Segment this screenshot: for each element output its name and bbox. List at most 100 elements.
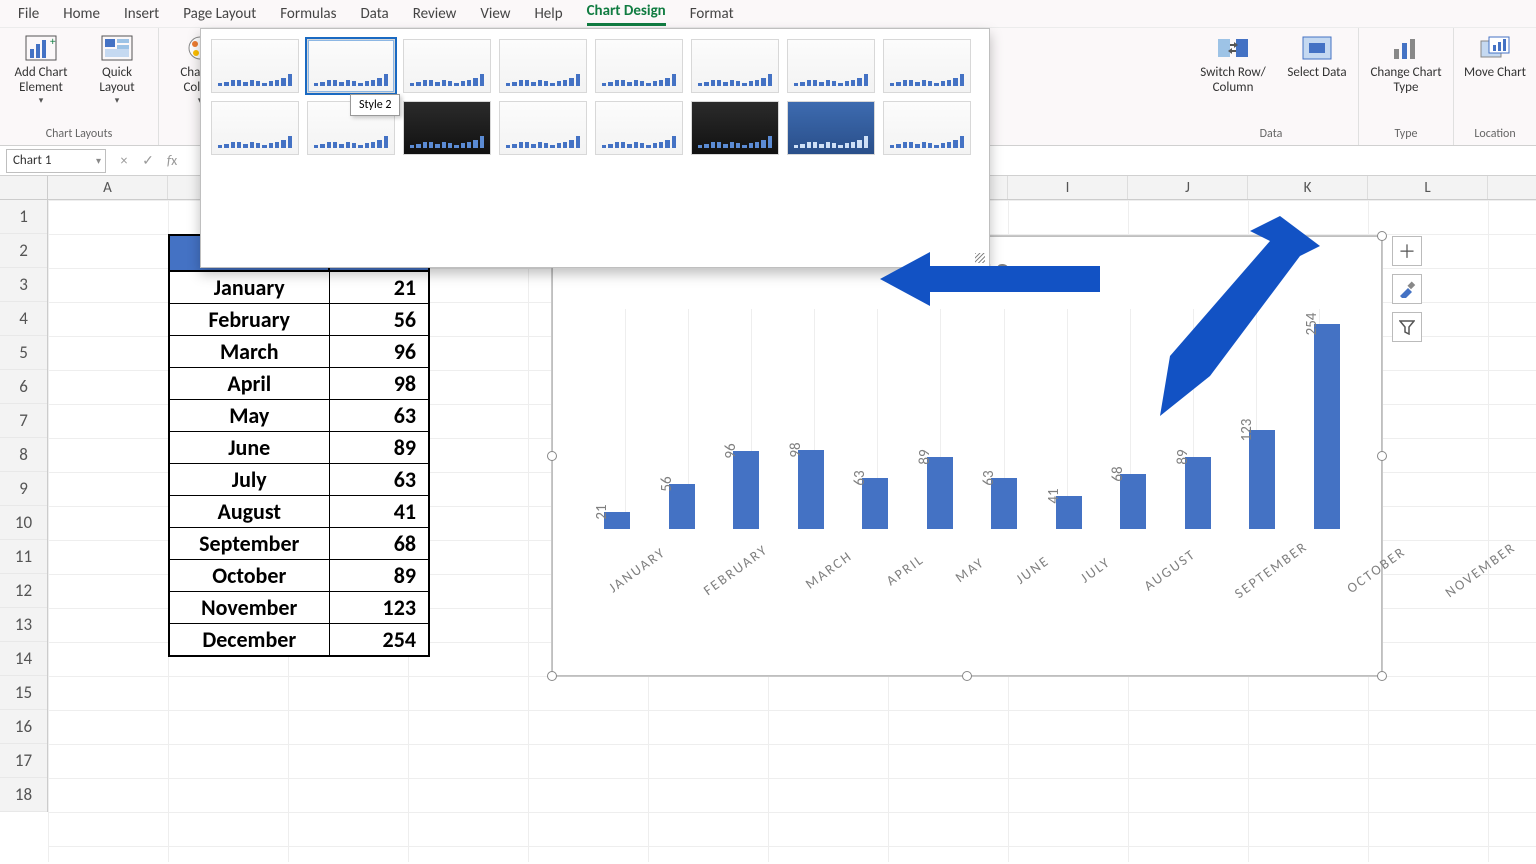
chart-bar[interactable]: 89 [1180,457,1217,529]
ribbon-tabs: FileHomeInsertPage LayoutFormulasDataRev… [0,0,1536,28]
name-box[interactable]: Chart 1 [6,149,106,173]
chart-style-15[interactable] [787,101,875,155]
resize-handle[interactable] [1377,231,1387,241]
chart-style-2[interactable] [307,39,395,93]
row-header[interactable]: 17 [0,744,47,778]
row-header[interactable]: 13 [0,608,47,642]
row-header[interactable]: 7 [0,404,47,438]
table-row[interactable]: October89 [169,560,429,592]
tab-home[interactable]: Home [51,1,112,27]
row-header[interactable]: 8 [0,438,47,472]
row-header[interactable]: 18 [0,778,47,812]
table-row[interactable]: May63 [169,400,429,432]
tab-insert[interactable]: Insert [112,1,171,27]
fx-cancel-icon[interactable]: × [112,152,136,169]
chart-bar[interactable]: 56 [664,484,701,529]
col-header[interactable]: J [1128,176,1248,199]
chart-x-axis[interactable]: JANUARYFEBRUARYMARCHAPRILMAYJUNEJULYAUGU… [593,537,1351,657]
row-header[interactable]: 6 [0,370,47,404]
chart-bar[interactable]: 123 [1244,430,1281,529]
chart-bar[interactable]: 68 [1115,474,1152,529]
tab-format[interactable]: Format [678,1,746,27]
chart-bar[interactable]: 63 [986,478,1023,529]
table-row[interactable]: March96 [169,336,429,368]
row-header[interactable]: 1 [0,200,47,234]
row-header[interactable]: 5 [0,336,47,370]
move-chart-button[interactable]: Move Chart [1462,32,1528,81]
chart-style-12[interactable] [499,101,587,155]
data-table[interactable]: MonthSales January21February56March96Apr… [168,234,430,657]
chart-style-4[interactable] [499,39,587,93]
table-row[interactable]: June89 [169,432,429,464]
table-row[interactable]: July63 [169,464,429,496]
label: Select Data [1287,66,1346,81]
row-header[interactable]: 4 [0,302,47,336]
data-label: 41 [1045,488,1065,503]
tab-data[interactable]: Data [348,1,400,27]
row-header[interactable]: 12 [0,574,47,608]
chart-elements-button[interactable]: ＋ [1392,236,1422,266]
row-header[interactable]: 14 [0,642,47,676]
data-label: 63 [980,471,1000,486]
col-header[interactable]: I [1008,176,1128,199]
fx-icon[interactable]: fx [160,152,184,169]
change-chart-type-button[interactable]: Change Chart Type [1367,32,1445,96]
table-row[interactable]: September68 [169,528,429,560]
chart-style-1[interactable] [211,39,299,93]
chart-filters-button[interactable] [1392,312,1422,342]
col-header[interactable]: L [1368,176,1488,199]
row-header[interactable]: 10 [0,506,47,540]
chart-style-gallery[interactable] [200,28,990,268]
chart-style-5[interactable] [595,39,683,93]
chart-styles-button[interactable] [1392,274,1422,304]
switch-row-column-button[interactable]: Switch Row/ Column [1192,32,1274,96]
resize-handle[interactable] [962,671,972,681]
chart-bar[interactable]: 63 [857,478,894,529]
fx-enter-icon[interactable]: ✓ [136,152,160,169]
chart-style-8[interactable] [883,39,971,93]
chart-style-13[interactable] [595,101,683,155]
chart-style-16[interactable] [883,101,971,155]
table-row[interactable]: November123 [169,592,429,624]
tab-review[interactable]: Review [401,1,469,27]
resize-handle[interactable] [547,671,557,681]
row-header[interactable]: 11 [0,540,47,574]
chart-style-3[interactable] [403,39,491,93]
tab-help[interactable]: Help [522,1,574,27]
select-data-button[interactable]: Select Data [1284,32,1350,81]
table-row[interactable]: December254 [169,624,429,657]
row-header[interactable]: 15 [0,676,47,710]
tab-chart-design[interactable]: Chart Design [575,0,678,30]
add-chart-element-button[interactable]: + Add Chart Element ▾ [8,32,74,106]
col-header[interactable]: K [1248,176,1368,199]
resize-handle[interactable] [1377,671,1387,681]
row-header[interactable]: 3 [0,268,47,302]
tab-page-layout[interactable]: Page Layout [171,1,268,27]
chart-style-11[interactable] [403,101,491,155]
row-header[interactable]: 16 [0,710,47,744]
table-row[interactable]: August41 [169,496,429,528]
resize-handle[interactable] [547,451,557,461]
chart-bar[interactable]: 89 [922,457,959,529]
row-header[interactable]: 2 [0,234,47,268]
table-row[interactable]: February56 [169,304,429,336]
tab-file[interactable]: File [6,1,51,27]
quick-layout-button[interactable]: Quick Layout ▾ [84,32,150,106]
col-header[interactable]: A [48,176,168,199]
chart-bar[interactable]: 41 [1051,496,1088,529]
worksheet[interactable]: ABCDEFGHIJKL 123456789101112131415161718… [0,176,1536,862]
chart-style-14[interactable] [691,101,779,155]
tab-view[interactable]: View [468,1,522,27]
row-header[interactable]: 9 [0,472,47,506]
chart-style-6[interactable] [691,39,779,93]
chart-style-9[interactable] [211,101,299,155]
table-row[interactable]: April98 [169,368,429,400]
chart-bar[interactable]: 98 [793,450,830,529]
select-all-corner[interactable] [0,176,48,199]
tab-formulas[interactable]: Formulas [268,1,348,27]
table-row[interactable]: January21 [169,271,429,304]
chart-style-7[interactable] [787,39,875,93]
resize-handle[interactable] [1377,451,1387,461]
chart-bar[interactable]: 21 [599,512,636,529]
chart-bar[interactable]: 96 [728,451,765,529]
